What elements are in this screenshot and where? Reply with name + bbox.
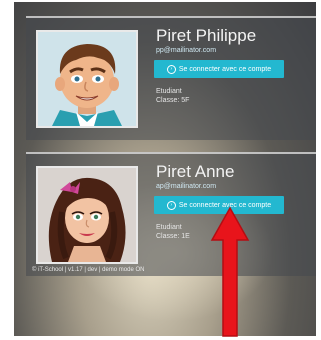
avatar [36, 166, 138, 264]
footer-version-info: © iT-School | v1.17 | dev | demo mode ON [32, 267, 145, 273]
profile-role: Etudiant [156, 224, 182, 231]
female-avatar-icon [38, 168, 136, 262]
circle-arrow-icon: › [166, 64, 176, 74]
male-avatar-icon [38, 32, 136, 126]
account-selection-screen: Piret Philippe pp@mailinator.com › Se co… [14, 2, 316, 336]
profile-card-piret-philippe: Piret Philippe pp@mailinator.com › Se co… [26, 16, 316, 140]
profile-email: ap@mailinator.com [156, 183, 217, 190]
profile-class: Classe: 5F [156, 97, 190, 104]
profile-role: Etudiant [156, 88, 182, 95]
login-button-label: Se connecter avec ce compte [178, 65, 272, 73]
login-as-account-button[interactable]: › Se connecter avec ce compte [154, 60, 284, 78]
avatar [36, 30, 138, 128]
profile-email: pp@mailinator.com [156, 47, 217, 54]
annotation-arrow-icon [210, 206, 250, 337]
profile-card-piret-anne: Piret Anne ap@mailinator.com › Se connec… [26, 152, 316, 276]
profile-name: Piret Philippe [156, 26, 257, 45]
circle-arrow-icon: › [166, 200, 176, 210]
profile-name: Piret Anne [156, 162, 235, 181]
profile-class: Classe: 1E [156, 233, 190, 240]
